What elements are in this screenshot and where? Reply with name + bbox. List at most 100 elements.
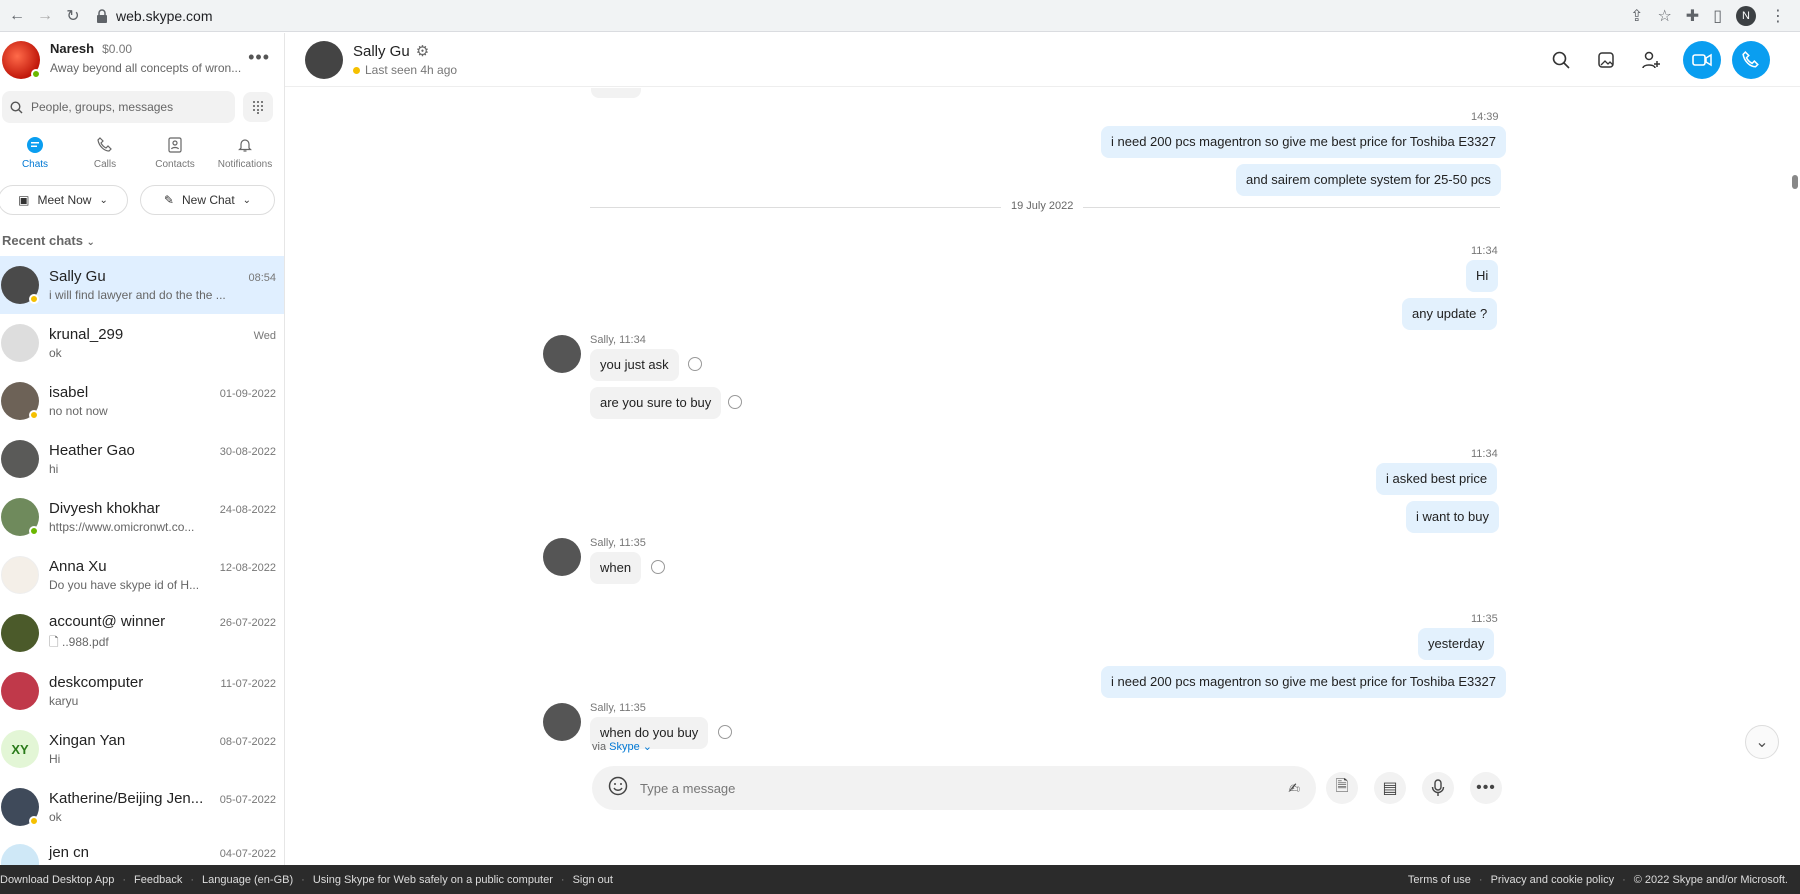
- contact-name[interactable]: Sally Gu: [353, 43, 410, 60]
- message-bubble[interactable]: and sairem complete system for 25-50 pcs: [1236, 164, 1501, 196]
- profile-avatar[interactable]: [2, 41, 41, 79]
- address-bar[interactable]: web.skype.com: [90, 3, 1625, 28]
- video-meet-icon: ▣: [18, 193, 30, 207]
- side-panel-icon[interactable]: ▯: [1713, 6, 1722, 26]
- back-icon[interactable]: ←: [6, 5, 28, 27]
- chat-list-item[interactable]: jen cn 04-07-2022: [0, 836, 284, 865]
- meet-now-button[interactable]: ▣ Meet Now ⌄: [0, 185, 128, 215]
- audio-call-button[interactable]: [1732, 41, 1770, 79]
- chat-list-item[interactable]: deskcomputer 11-07-2022 karyu: [0, 662, 284, 720]
- contact-avatar[interactable]: [305, 40, 343, 79]
- message-bubble[interactable]: yesterday: [1418, 628, 1495, 660]
- chat-list-item[interactable]: isabel 01-09-2022 no not now: [0, 372, 284, 430]
- search-icon: [10, 100, 23, 113]
- chat-list: Sally Gu 08:54 i will find lawyer and do t…: [0, 256, 284, 865]
- chat-list-item[interactable]: Heather Gao 30-08-2022 hi: [0, 430, 284, 488]
- browser-profile-avatar[interactable]: N: [1736, 5, 1756, 26]
- profile-balance: $0.00: [102, 42, 133, 56]
- search-input[interactable]: People, groups, messages: [2, 91, 235, 123]
- message-bubble[interactable]: you just ask: [590, 349, 679, 381]
- message-timestamp: 11:34: [1471, 245, 1498, 257]
- chevron-down-icon: ⌄: [86, 237, 95, 248]
- smiley-reaction-icon[interactable]: [728, 395, 742, 409]
- sender-avatar[interactable]: [543, 335, 581, 373]
- avatar: [1, 844, 39, 865]
- avatar: [1, 324, 39, 362]
- share-icon[interactable]: ⇪: [1630, 6, 1643, 26]
- message-bubble[interactable]: i want to buy: [1406, 501, 1499, 533]
- scroll-to-bottom-button[interactable]: ⌄: [1745, 725, 1779, 759]
- gear-icon[interactable]: ⚙: [416, 42, 429, 60]
- message-bubble[interactable]: i asked best price: [1376, 463, 1498, 495]
- via-skype-label[interactable]: via Skype ⌄: [592, 740, 652, 753]
- bookmark-star-icon[interactable]: ☆: [1657, 6, 1671, 26]
- avatar: [1, 440, 39, 478]
- message-bubble[interactable]: any update ?: [1402, 298, 1498, 330]
- chat-list-item[interactable]: Katherine/Beijing Jen... 05-07-2022 ok: [0, 778, 284, 836]
- chat-list-item[interactable]: XY Xingan Yan 08-07-2022 Hi: [0, 720, 284, 778]
- browser-menu-icon[interactable]: ⋮: [1770, 6, 1786, 26]
- gallery-icon: [1598, 52, 1614, 68]
- tab-contacts[interactable]: Contacts: [145, 135, 205, 181]
- avatar: [1, 672, 39, 710]
- add-people-button[interactable]: [1638, 47, 1664, 73]
- video-call-button[interactable]: [1683, 41, 1721, 79]
- emoji-icon[interactable]: [608, 776, 628, 801]
- footer-link[interactable]: Terms of use: [1408, 874, 1471, 886]
- contact-card-button[interactable]: ▤: [1374, 772, 1406, 804]
- message-bubble[interactable]: are you sure to buy: [590, 387, 722, 419]
- dialpad-button[interactable]: [243, 92, 273, 122]
- footer-link[interactable]: Download Desktop App: [0, 874, 114, 886]
- send-file-button[interactable]: 🗎: [1326, 772, 1358, 804]
- tab-calls[interactable]: Calls: [75, 135, 135, 181]
- extensions-icon[interactable]: ✚: [1686, 6, 1699, 26]
- tab-notifications[interactable]: Notifications: [215, 135, 275, 181]
- recent-chats-header[interactable]: Recent chats ⌄: [0, 219, 284, 256]
- tab-chats[interactable]: Chats: [5, 135, 65, 181]
- message-bubble[interactable]: when: [590, 552, 642, 584]
- chat-list-item[interactable]: krunal_299 Wed ok: [0, 314, 284, 372]
- scrollbar-thumb[interactable]: [1792, 175, 1798, 189]
- voice-message-button[interactable]: [1422, 772, 1454, 804]
- compose-icon: ✎: [163, 193, 174, 207]
- new-chat-button[interactable]: ✎ New Chat ⌄: [140, 185, 275, 215]
- chat-list-item[interactable]: account@ winner 26-07-2022 🗋 ..988.pdf: [0, 604, 284, 662]
- contact-card-icon: ▤: [1382, 780, 1398, 797]
- chat-list-item[interactable]: Sally Gu 08:54 i will find lawyer and do t…: [0, 256, 284, 314]
- message-composer[interactable]: Type a message ✍: [592, 766, 1316, 810]
- sender-avatar[interactable]: [543, 703, 581, 741]
- message-input[interactable]: Type a message: [640, 781, 1276, 796]
- footer-link[interactable]: Language (en-GB): [202, 874, 293, 886]
- footer-link[interactable]: Sign out: [573, 874, 613, 886]
- footer-link[interactable]: Privacy and cookie policy: [1491, 874, 1615, 886]
- forward-icon[interactable]: →: [34, 5, 56, 27]
- microphone-icon: [1431, 779, 1445, 796]
- profile-header[interactable]: Naresh $0.00 Away beyond all concepts of …: [0, 33, 284, 87]
- sender-label: Sally, 11:35: [590, 537, 646, 549]
- reload-icon[interactable]: ↻: [62, 5, 84, 27]
- phone-icon: [1742, 51, 1759, 68]
- date-label: 19 July 2022: [1001, 200, 1084, 212]
- conversation-header: Sally Gu ⚙ Last seen 4h ago: [285, 33, 1800, 87]
- format-text-icon[interactable]: ✍: [1288, 780, 1300, 797]
- message-bubble[interactable]: i need 200 pcs magentron so give me best…: [1101, 126, 1506, 158]
- message-bubble[interactable]: Hi: [1466, 260, 1499, 292]
- sender-avatar[interactable]: [543, 538, 581, 576]
- chat-list-item[interactable]: Anna Xu 12-08-2022 Do you have skype id of…: [0, 546, 284, 604]
- bell-icon: [235, 135, 255, 155]
- footer-link[interactable]: Feedback: [134, 874, 182, 886]
- smiley-reaction-icon[interactable]: [688, 357, 702, 371]
- more-options-icon[interactable]: •••: [248, 47, 270, 68]
- more-options-button[interactable]: •••: [1470, 772, 1502, 804]
- message-bubble[interactable]: i need 200 pcs magentron so give me best…: [1101, 666, 1506, 698]
- search-conversation-button[interactable]: [1548, 47, 1574, 73]
- chevron-down-icon: ⌄: [642, 741, 652, 753]
- avatar: [1, 266, 39, 304]
- smiley-reaction-icon[interactable]: [718, 725, 732, 739]
- scrollbar[interactable]: [1792, 93, 1800, 793]
- browser-toolbar: ← → ↻ web.skype.com ⇪ ☆ ✚ ▯ N ⋮: [0, 0, 1800, 32]
- footer-link[interactable]: Using Skype for Web safely on a public c…: [313, 874, 553, 886]
- gallery-button[interactable]: [1593, 47, 1619, 73]
- chat-list-item[interactable]: Divyesh khokhar 24-08-2022 https://www.omi…: [0, 488, 284, 546]
- smiley-reaction-icon[interactable]: [651, 560, 665, 574]
